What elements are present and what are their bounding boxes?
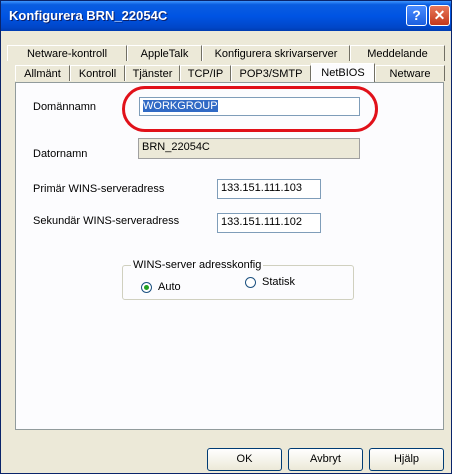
tab-netbios[interactable]: NetBIOS	[311, 63, 375, 82]
tab-netware[interactable]: Netware	[375, 65, 445, 81]
computer-name-field: BRN_22054C	[138, 138, 360, 159]
static-radio-label[interactable]: Statisk	[262, 276, 295, 288]
help-button[interactable]: Hjälp	[369, 448, 444, 471]
tab-pop3smtp[interactable]: POP3/SMTP	[231, 65, 311, 81]
tab-allmant[interactable]: Allmänt	[15, 65, 70, 81]
netbios-panel	[15, 82, 444, 430]
domain-label: Domännamn	[33, 101, 96, 113]
window-title: Konfigurera BRN_22054C	[9, 8, 168, 23]
close-icon[interactable]: ✕	[429, 5, 450, 26]
auto-radio-label[interactable]: Auto	[158, 281, 181, 293]
primary-wins-input[interactable]: 133.151.111.103	[217, 179, 321, 199]
auto-radio[interactable]	[141, 282, 152, 293]
tab-meddelande[interactable]: Meddelande	[350, 45, 445, 61]
cancel-button[interactable]: Avbryt	[288, 448, 363, 471]
computer-name-label: Datornamn	[33, 148, 88, 160]
secondary-wins-label: Sekundär WINS-serveradress	[33, 215, 180, 227]
configure-dialog: Konfigurera BRN_22054C ? ✕ Netware-kontr…	[0, 0, 452, 474]
static-radio[interactable]	[245, 277, 256, 288]
title-bar[interactable]: Konfigurera BRN_22054C ? ✕	[1, 1, 451, 31]
ok-button[interactable]: OK	[207, 448, 282, 471]
tab-konfigurera-skrivarserver[interactable]: Konfigurera skrivarserver	[202, 45, 350, 61]
tab-appletalk[interactable]: AppleTalk	[127, 45, 202, 61]
tab-tjanster[interactable]: Tjänster	[125, 65, 180, 81]
tab-tcpip[interactable]: TCP/IP	[180, 65, 231, 81]
highlight-circle	[122, 86, 378, 132]
primary-wins-label: Primär WINS-serveradress	[33, 183, 165, 195]
tab-netware-kontroll[interactable]: Netware-kontroll	[7, 45, 127, 61]
wins-group-title: WINS-server adresskonfig	[131, 259, 264, 271]
tab-kontroll[interactable]: Kontroll	[70, 65, 125, 81]
secondary-wins-input[interactable]: 133.151.111.102	[217, 213, 321, 233]
help-icon[interactable]: ?	[406, 5, 427, 26]
